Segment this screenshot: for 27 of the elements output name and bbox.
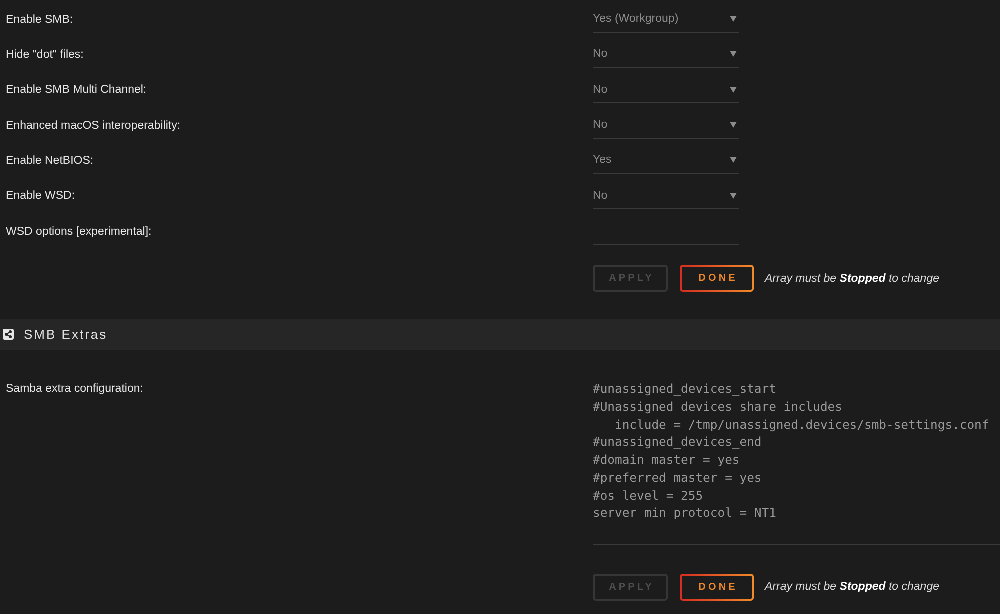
caret-icon xyxy=(730,16,737,22)
action-button[interactable]: DONE xyxy=(680,265,754,292)
caret-icon xyxy=(730,51,737,58)
setting-label: WSD options [experimental]: xyxy=(5,226,152,238)
setting-label: Samba extra configuration: xyxy=(5,382,144,398)
setting-label: Enhanced macOS interoperability: xyxy=(5,120,181,132)
setting-label: Enable SMB Multi Channel: xyxy=(5,84,147,96)
section-title: SMB Extras xyxy=(24,327,108,342)
setting-label: Enable NetBIOS: xyxy=(5,154,94,167)
array-note: Array must be Stopped to change xyxy=(765,581,940,594)
dropdown[interactable]: Yes xyxy=(593,148,739,174)
caret-icon xyxy=(730,192,737,199)
dropdown[interactable]: No xyxy=(593,77,739,104)
share-icon xyxy=(3,329,14,340)
caret-icon xyxy=(730,86,737,93)
dropdown[interactable]: Yes (Workgroup) xyxy=(593,6,739,33)
dropdown[interactable]: No xyxy=(593,183,739,210)
array-note: Array must be Stopped to change xyxy=(765,272,940,285)
caret-icon xyxy=(730,157,737,164)
dropdown[interactable]: No xyxy=(593,42,739,68)
config-textarea[interactable]: #unassigned_devices_start #Unassigned devices share includes include = /tmp/unassigned.devices/smb-settings.conf #unassigned_devices_end #domain master = yes #preferred master = yes #os level = 255 server min protocol = NT1 xyxy=(593,381,1000,545)
action-button[interactable]: DONE xyxy=(680,574,754,601)
setting-label: Enable SMB: xyxy=(5,14,74,26)
setting-label: Enable WSD: xyxy=(5,190,76,202)
setting-label: Hide "dot" files: xyxy=(5,48,84,61)
dropdown[interactable]: No xyxy=(593,112,739,139)
caret-icon xyxy=(730,122,737,128)
